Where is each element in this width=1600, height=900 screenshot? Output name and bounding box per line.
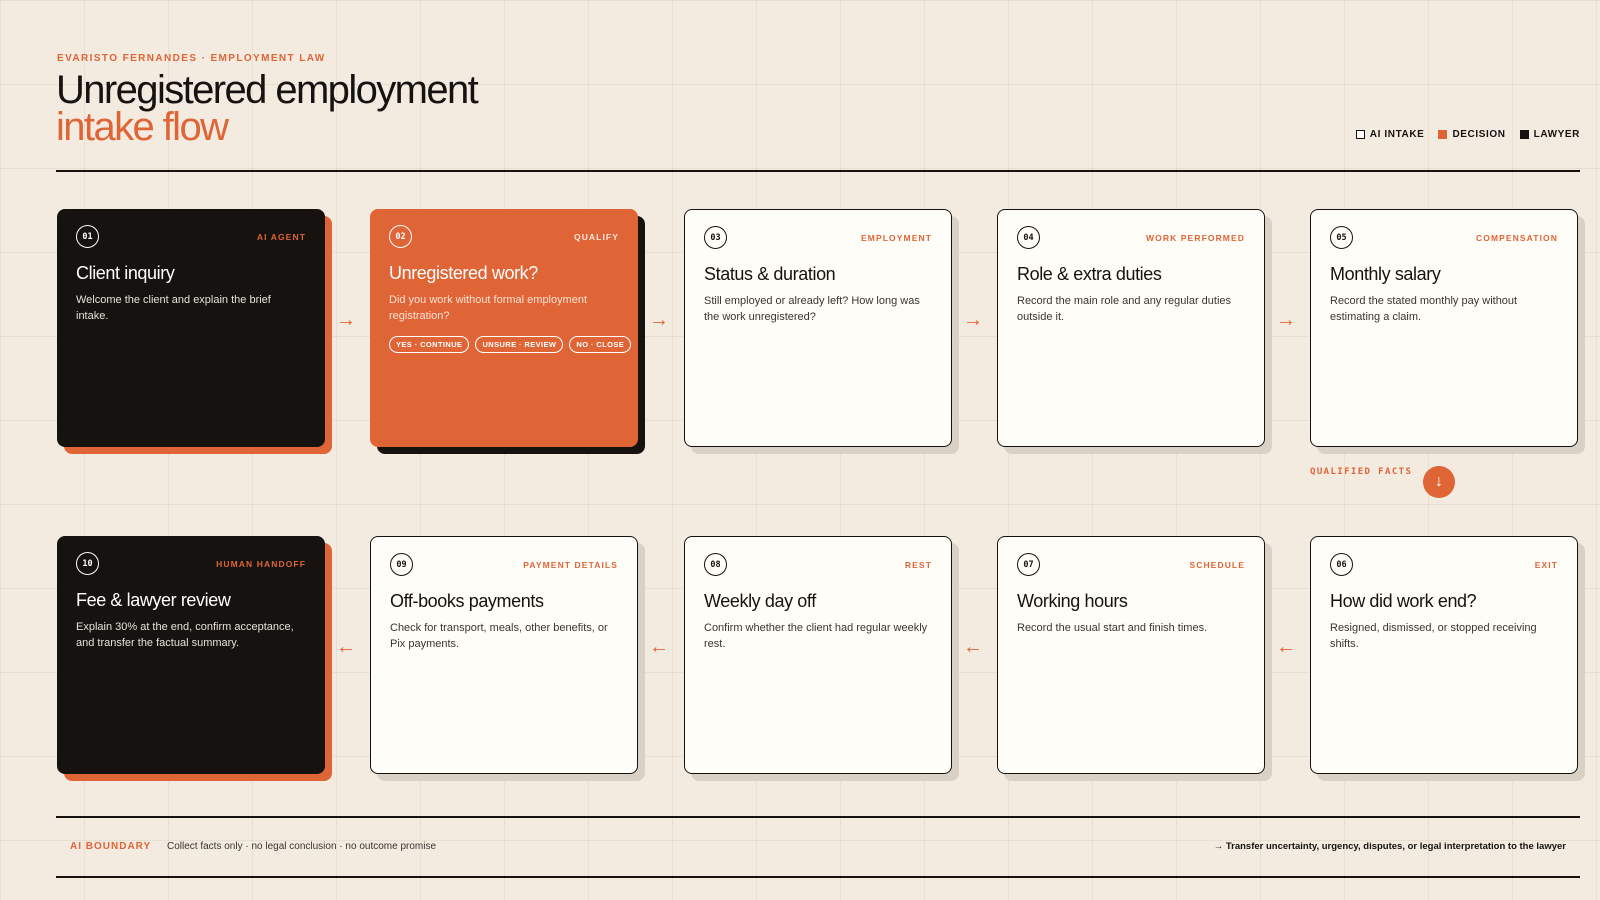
legend-swatch-black-icon: [1519, 130, 1529, 139]
step-description: Confirm whether the client had regular w…: [704, 622, 928, 650]
step-card-03[interactable]: 03 EMPLOYMENT Status & duration Still em…: [684, 209, 952, 447]
step-title: How did work end?: [1330, 591, 1477, 611]
step-number: 10: [76, 552, 99, 575]
step-title: Working hours: [1017, 591, 1128, 611]
step-tag: COMPENSATION: [1476, 232, 1558, 243]
legend-item-ai-intake: AI INTAKE: [1355, 129, 1425, 140]
arrow-left-icon: ←: [963, 636, 983, 658]
option-yes-continue[interactable]: YES · CONTINUE: [389, 336, 470, 353]
step-title: Monthly salary: [1330, 264, 1441, 284]
step-description: Explain 30% at the end, confirm acceptan…: [76, 621, 294, 649]
legend-label: LAWYER: [1533, 129, 1580, 140]
step-title: Role & extra duties: [1017, 264, 1162, 284]
step-card-09[interactable]: 09 PAYMENT DETAILS Off-books payments Ch…: [370, 536, 638, 774]
step-title: Unregistered work?: [389, 263, 538, 283]
step-title: Client inquiry: [76, 263, 175, 283]
footer-divider-bottom: [56, 876, 1580, 878]
step-card-01[interactable]: 01 AI AGENT Client inquiry Welcome the c…: [57, 209, 325, 447]
qualified-facts-label: QUALIFIED FACTS: [1310, 467, 1413, 477]
legend-item-decision: DECISION: [1438, 129, 1505, 140]
step-description: Record the main role and any regular dut…: [1017, 295, 1232, 323]
legend-swatch-outline-icon: [1355, 130, 1365, 139]
legend-label: DECISION: [1452, 129, 1506, 140]
header-divider: [56, 170, 1580, 172]
page-title-line1: Unregistered employment: [56, 68, 479, 112]
step-tag: AI AGENT: [256, 231, 306, 242]
arrow-left-icon: ←: [336, 636, 356, 658]
ai-boundary-label: AI BOUNDARY: [70, 841, 152, 852]
step-title: Status & duration: [704, 264, 836, 284]
step-tag: WORK PERFORMED: [1146, 232, 1245, 243]
step-card-08[interactable]: 08 REST Weekly day off Confirm whether t…: [684, 536, 952, 774]
footer-divider-top: [56, 816, 1580, 818]
step-description: Did you work without formal employment r…: [389, 294, 588, 322]
step-number: 09: [390, 553, 413, 576]
step-title: Fee & lawyer review: [76, 590, 231, 610]
page-title-line2: intake flow: [56, 105, 229, 149]
transfer-note: → Transfer uncertainty, urgency, dispute…: [1213, 841, 1566, 852]
step-description: Record the stated monthly pay without es…: [1330, 295, 1518, 323]
step-card-10[interactable]: 10 HUMAN HANDOFF Fee & lawyer review Exp…: [57, 536, 325, 774]
arrow-left-icon: ←: [1276, 636, 1296, 658]
step-number: 05: [1330, 226, 1353, 249]
arrow-right-icon: →: [649, 309, 669, 331]
legend-label: AI INTAKE: [1369, 129, 1425, 140]
step-description: Still employed or already left? How long…: [704, 295, 920, 323]
step-card-06[interactable]: 06 EXIT How did work end? Resigned, dism…: [1310, 536, 1578, 774]
step-tag: SCHEDULE: [1189, 559, 1245, 570]
step-tag: PAYMENT DETAILS: [523, 559, 618, 570]
legend: AI INTAKE DECISION LAWYER: [1355, 129, 1580, 140]
legend-item-lawyer: LAWYER: [1519, 129, 1580, 140]
step-number: 02: [389, 225, 412, 248]
step-title: Off-books payments: [390, 591, 544, 611]
step-card-02[interactable]: 02 QUALIFY Unregistered work? Did you wo…: [370, 209, 638, 447]
step-tag: EMPLOYMENT: [861, 232, 932, 243]
step-title: Weekly day off: [704, 591, 816, 611]
step-number: 07: [1017, 553, 1040, 576]
legend-swatch-orange-icon: [1438, 130, 1448, 139]
step-card-07[interactable]: 07 SCHEDULE Working hours Record the usu…: [997, 536, 1265, 774]
step-description: Welcome the client and explain the brief…: [76, 294, 271, 322]
arrow-left-icon: ←: [649, 636, 669, 658]
step-tag: QUALIFY: [573, 231, 619, 242]
step-number: 04: [1017, 226, 1040, 249]
arrow-right-icon: →: [963, 309, 983, 331]
ai-boundary-text: Collect facts only · no legal conclusion…: [167, 841, 437, 852]
arrow-down-icon[interactable]: ↓: [1423, 466, 1455, 498]
step-number: 03: [704, 226, 727, 249]
decision-options: YES · CONTINUE UNSURE · REVIEW NO · CLOS…: [389, 336, 632, 353]
step-tag: REST: [904, 559, 932, 570]
step-number: 01: [76, 225, 99, 248]
step-number: 06: [1330, 553, 1353, 576]
step-description: Record the usual start and finish times.: [1017, 622, 1208, 634]
step-number: 08: [704, 553, 727, 576]
step-card-05[interactable]: 05 COMPENSATION Monthly salary Record th…: [1310, 209, 1578, 447]
option-no-close[interactable]: NO · CLOSE: [569, 336, 632, 353]
step-description: Resigned, dismissed, or stopped receivin…: [1330, 622, 1537, 650]
arrow-right-icon: →: [1276, 309, 1296, 331]
step-description: Check for transport, meals, other benefi…: [390, 622, 608, 650]
arrow-right-icon: →: [336, 309, 356, 331]
step-tag: HUMAN HANDOFF: [216, 558, 306, 569]
option-unsure-review[interactable]: UNSURE · REVIEW: [475, 336, 564, 353]
step-tag: EXIT: [1534, 559, 1558, 570]
step-card-04[interactable]: 04 WORK PERFORMED Role & extra duties Re…: [997, 209, 1265, 447]
header-kicker: EVARISTO FERNANDES · EMPLOYMENT LAW: [57, 53, 326, 64]
